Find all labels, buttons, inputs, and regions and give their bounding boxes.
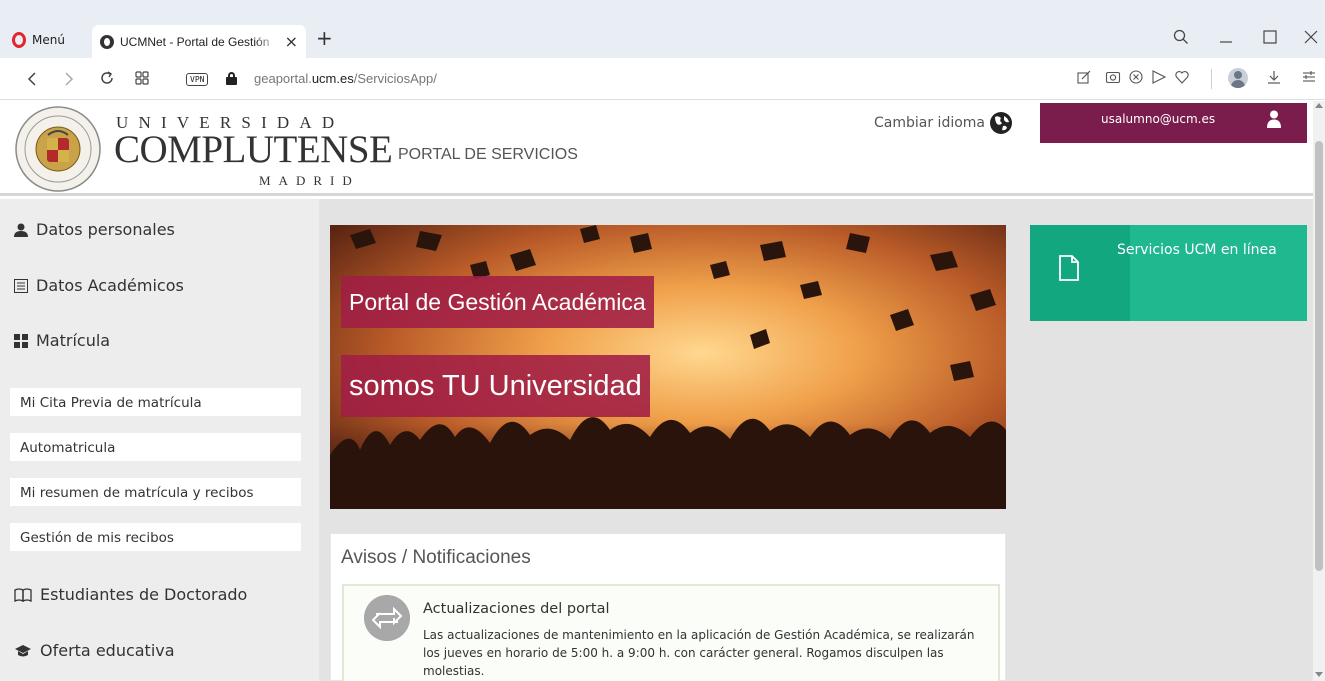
profile-icon[interactable] <box>1228 68 1248 88</box>
easy-setup-icon[interactable] <box>1301 69 1317 85</box>
sidebar-item-label: Estudiantes de Doctorado <box>40 585 248 604</box>
minimize-icon[interactable] <box>1218 29 1234 45</box>
browser-tab-bar: Menú UCMNet - Portal de Gestión × + <box>0 0 1325 58</box>
university-name-main: COMPLUTENSE <box>114 128 393 171</box>
reload-icon[interactable] <box>99 70 115 86</box>
scroll-up-arrow-icon[interactable] <box>1315 103 1323 108</box>
university-city: MADRID <box>259 173 360 188</box>
tab-title: UCMNet - Portal de Gestión <box>120 34 270 49</box>
portal-title: PORTAL DE SERVICIOS <box>398 146 578 163</box>
main-content: Portal de Gestión Académica somos TU Uni… <box>319 199 1313 681</box>
banner-subtitle: somos TU Universidad <box>341 355 650 417</box>
banner-title: Portal de Gestión Académica <box>341 276 654 328</box>
university-seal-logo[interactable] <box>14 105 102 193</box>
tab-favicon-icon <box>100 34 114 49</box>
notice-card[interactable]: Actualizaciones del portal Las actualiza… <box>342 584 1000 681</box>
user-icon <box>14 223 28 237</box>
browser-address-bar: VPN geaportal.ucm.es/ServiciosApp/ <box>0 58 1325 100</box>
url-path: /ServiciosApp/ <box>353 71 437 86</box>
hero-banner: Portal de Gestión Académica somos TU Uni… <box>330 225 1006 509</box>
book-icon <box>14 587 32 602</box>
site-header: UNIVERSIDAD COMPLUTENSE MADRID PORTAL DE… <box>0 101 1313 196</box>
url-prefix: geaportal. <box>254 71 312 86</box>
close-window-icon[interactable] <box>1303 29 1319 45</box>
url-field[interactable]: geaportal.ucm.es/ServiciosApp/ <box>254 71 437 86</box>
new-tab-button[interactable]: + <box>316 28 333 48</box>
sidebar-item-oferta-educativa[interactable]: Oferta educativa <box>14 641 175 660</box>
sidebar-item-matricula[interactable]: Matrícula <box>14 331 110 350</box>
sidebar-subitem-gestion-recibos[interactable]: Gestión de mis recibos <box>10 523 301 551</box>
notices-title: Avisos / Notificaciones <box>341 547 531 568</box>
exchange-arrows-icon <box>364 595 410 641</box>
user-email: usalumno@ucm.es <box>1101 112 1216 126</box>
maximize-icon[interactable] <box>1262 29 1278 45</box>
sidebar-item-datos-personales[interactable]: Datos personales <box>14 220 175 239</box>
url-host: ucm.es <box>311 71 354 86</box>
change-language-link[interactable]: Cambiar idioma <box>874 111 1013 135</box>
sidebar-item-doctorado[interactable]: Estudiantes de Doctorado <box>14 585 247 604</box>
graduation-cap-icon <box>15 644 31 656</box>
browser-tab[interactable]: UCMNet - Portal de Gestión × <box>92 25 306 58</box>
change-language-label: Cambiar idioma <box>874 115 986 131</box>
heart-icon[interactable] <box>1174 69 1190 85</box>
lock-icon[interactable] <box>226 72 237 85</box>
document-icon <box>1059 255 1079 281</box>
user-icon <box>1267 110 1281 128</box>
notice-body: Las actualizaciones de mantenimiento en … <box>423 628 975 678</box>
send-icon[interactable] <box>1151 69 1167 85</box>
sidebar-subitem-automatricula[interactable]: Automatricula <box>10 433 301 461</box>
snapshot-icon[interactable] <box>1105 69 1121 85</box>
page-scrollbar[interactable] <box>1313 101 1325 681</box>
back-icon[interactable] <box>26 71 38 87</box>
scrollbar-thumb[interactable] <box>1315 141 1323 571</box>
sidebar-subitem-resumen-matricula[interactable]: Mi resumen de matrícula y recibos <box>10 478 301 506</box>
adblock-icon[interactable] <box>1128 69 1144 85</box>
sidebar-item-label: Oferta educativa <box>40 641 175 660</box>
sidebar: Datos personales Datos Académicos Matríc… <box>0 199 319 681</box>
speed-dial-icon[interactable] <box>135 71 149 85</box>
services-online-tile[interactable]: Servicios UCM en línea <box>1030 225 1307 321</box>
services-label: Servicios UCM en línea <box>1117 242 1277 258</box>
browser-menu-label: Menú <box>32 33 65 47</box>
sidebar-subitem-cita-previa[interactable]: Mi Cita Previa de matrícula <box>10 388 301 416</box>
user-account-button[interactable]: usalumno@ucm.es <box>1040 103 1307 143</box>
browser-menu-button[interactable]: Menú <box>12 30 65 50</box>
forward-icon[interactable] <box>63 71 75 87</box>
list-icon <box>14 278 28 293</box>
services-icon-box <box>1030 225 1130 321</box>
grid-icon <box>14 333 28 348</box>
vpn-badge[interactable]: VPN <box>186 73 209 86</box>
edit-icon[interactable] <box>1076 69 1092 85</box>
opera-logo-icon <box>12 32 26 48</box>
download-icon[interactable] <box>1266 69 1282 85</box>
sidebar-item-label: Datos personales <box>36 220 175 239</box>
search-icon[interactable] <box>1173 29 1189 45</box>
scroll-down-arrow-icon[interactable] <box>1315 672 1323 677</box>
globe-icon <box>990 112 1013 134</box>
tab-close-icon[interactable]: × <box>285 33 298 50</box>
sidebar-item-label: Matrícula <box>36 331 111 350</box>
notice-title: Actualizaciones del portal <box>423 601 610 617</box>
sidebar-item-label: Datos Académicos <box>36 276 184 295</box>
sidebar-item-datos-academicos[interactable]: Datos Académicos <box>14 276 184 295</box>
notices-panel: Avisos / Notificaciones Actualizaciones … <box>330 533 1006 681</box>
